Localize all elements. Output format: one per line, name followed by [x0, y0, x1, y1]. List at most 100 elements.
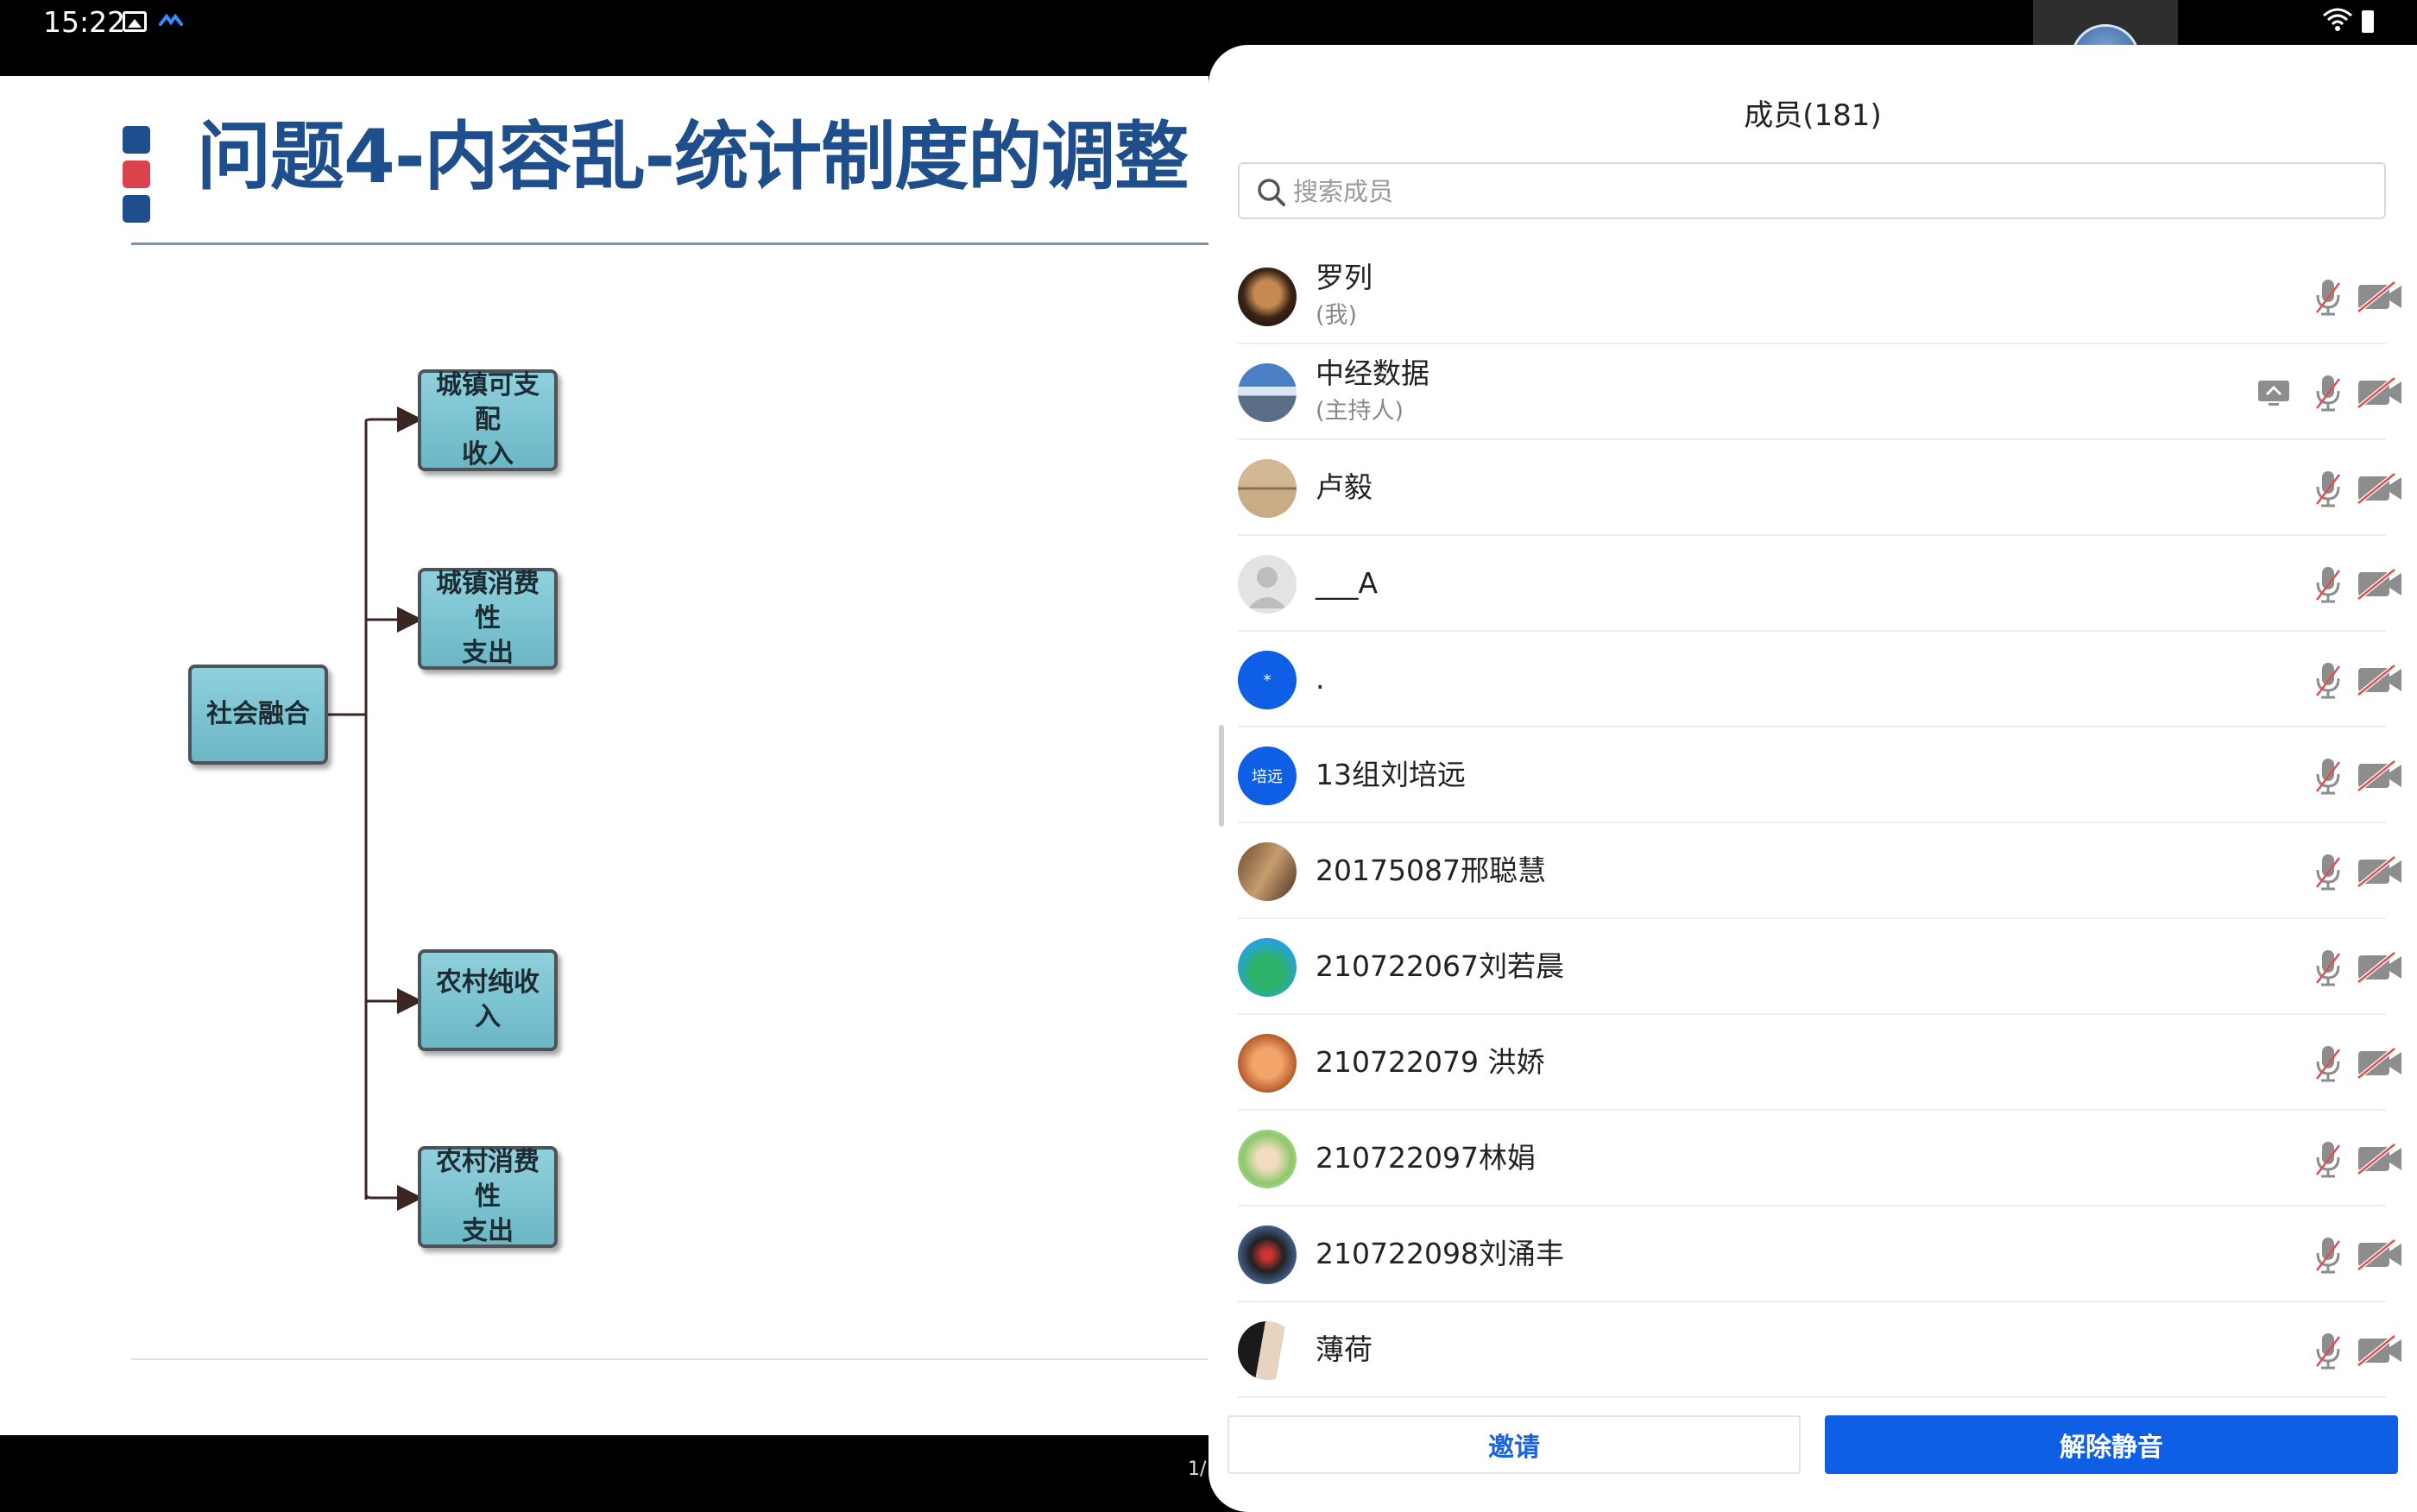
mic-muted-icon[interactable] — [2313, 853, 2343, 891]
member-name: 210722098刘涌丰 — [1316, 1237, 1564, 1270]
flow-node-label: 支出 — [462, 638, 514, 668]
unmute-all-button[interactable]: 解除静音 — [1825, 1415, 2398, 1474]
screen-share-icon — [2258, 381, 2289, 406]
app-notification-icon — [159, 14, 183, 26]
camera-off-icon[interactable] — [2357, 1239, 2403, 1270]
speaker-avatar — [2071, 24, 2140, 45]
panel-title: 成员(181) — [1744, 98, 1882, 133]
member-row[interactable]: 薄荷 — [1238, 1302, 2401, 1398]
member-name: 薄荷 — [1316, 1332, 1373, 1366]
member-name: 210722097林娟 — [1316, 1141, 1536, 1175]
flow-child-node-4: 农村消费性 支出 — [418, 1146, 558, 1248]
member-name: 罗列 — [1316, 261, 1373, 294]
member-row[interactable]: 210722079 洪娇 — [1238, 1015, 2401, 1111]
camera-off-icon[interactable] — [2357, 952, 2403, 983]
flow-node-label: 城镇消费性 — [436, 569, 540, 633]
mic-muted-icon[interactable] — [2313, 565, 2343, 603]
member-name: 卢毅 — [1316, 470, 1373, 504]
mic-muted-icon[interactable] — [2313, 757, 2343, 795]
flow-child-node-2: 城镇消费性 支出 — [418, 568, 558, 670]
member-row[interactable]: 210722098刘涌丰 — [1238, 1206, 2401, 1302]
flow-node-label: 城镇可支配 — [436, 370, 540, 435]
wifi-icon — [2323, 8, 2352, 31]
member-role: (我) — [1316, 302, 1358, 329]
mic-muted-icon[interactable] — [2313, 1332, 2343, 1370]
member-name: . — [1316, 662, 1325, 696]
camera-off-icon[interactable] — [2357, 665, 2403, 696]
members-panel: 成员(181) 罗列 (我) 中经数据 (主持人) 卢毅 ___A *. 培远 13组刘培远 20… — [1208, 45, 2417, 1512]
member-avatar — [1238, 842, 1297, 901]
camera-off-icon[interactable] — [2357, 760, 2403, 791]
member-avatar — [1238, 363, 1297, 422]
avatar-initials: 培远 — [1252, 768, 1283, 786]
member-avatar — [1238, 1225, 1297, 1284]
member-name: 210722067刘若晨 — [1316, 949, 1564, 983]
mic-muted-icon[interactable] — [2313, 1044, 2343, 1082]
camera-off-icon[interactable] — [2357, 1048, 2403, 1079]
member-list[interactable]: 罗列 (我) 中经数据 (主持人) 卢毅 ___A *. 培远 13组刘培远 20175087邢聪… — [1238, 249, 2401, 1398]
search-icon — [1258, 179, 1285, 206]
member-row[interactable]: 卢毅 — [1238, 440, 2401, 536]
flow-root-label: 社会融合 — [206, 699, 310, 729]
member-avatar — [1238, 1034, 1297, 1093]
member-name: 210722079 洪娇 — [1316, 1045, 1545, 1079]
avatar-initials: * — [1263, 671, 1272, 690]
member-avatar — [1238, 459, 1297, 518]
member-row[interactable]: 罗列 (我) — [1238, 249, 2401, 344]
mic-muted-icon[interactable] — [2313, 278, 2343, 316]
slide-bottom-bar — [0, 1435, 1226, 1512]
mic-muted-icon[interactable] — [2313, 469, 2343, 507]
mic-muted-icon[interactable] — [2313, 1140, 2343, 1178]
search-box[interactable] — [1238, 162, 2386, 219]
member-avatar — [1238, 938, 1297, 997]
slide-footer-line — [131, 1358, 1208, 1360]
member-role: (主持人) — [1316, 398, 1404, 425]
member-avatar: * — [1238, 651, 1297, 709]
camera-off-icon[interactable] — [2357, 856, 2403, 887]
flow-root-node: 社会融合 — [188, 665, 328, 765]
member-row[interactable]: 培远 13组刘培远 — [1238, 728, 2401, 823]
member-row[interactable]: 中经数据 (主持人) — [1238, 344, 2401, 440]
flow-node-label: 收入 — [462, 439, 514, 469]
mic-muted-icon[interactable] — [2313, 374, 2343, 412]
search-input[interactable] — [1293, 173, 2329, 211]
camera-off-icon[interactable] — [2357, 473, 2403, 504]
member-row[interactable]: *. — [1238, 632, 2401, 728]
member-name: ___A — [1316, 566, 1379, 600]
member-avatar — [1238, 1321, 1297, 1380]
gallery-notification-icon — [123, 11, 147, 32]
flow-child-node-1: 城镇可支配 收入 — [418, 369, 558, 471]
member-name: 20175087邢聪慧 — [1316, 854, 1546, 887]
member-row[interactable]: 20175087邢聪慧 — [1238, 823, 2401, 919]
camera-off-icon[interactable] — [2357, 1335, 2403, 1366]
flow-node-label: 支出 — [462, 1216, 514, 1246]
member-avatar — [1238, 555, 1297, 614]
camera-off-icon[interactable] — [2357, 1143, 2403, 1175]
invite-button[interactable]: 邀请 — [1227, 1415, 1801, 1474]
shared-slide[interactable]: 问题4-内容乱-统计制度的调整 社会融合 城镇可支配 收入 城镇消费性 支出 农村纯… — [0, 76, 1208, 1435]
member-row[interactable]: ___A — [1238, 536, 2401, 632]
camera-off-icon[interactable] — [2357, 281, 2403, 312]
mic-muted-icon[interactable] — [2313, 661, 2343, 699]
member-row[interactable]: 210722067刘若晨 — [1238, 919, 2401, 1015]
speaker-video-thumbnail[interactable] — [2033, 0, 2178, 45]
flow-node-label: 农村纯收入 — [436, 967, 540, 1032]
default-person-icon — [1248, 567, 1286, 608]
member-row[interactable]: 210722097林娟 — [1238, 1111, 2401, 1206]
camera-off-icon[interactable] — [2357, 569, 2403, 600]
member-name: 中经数据 — [1316, 356, 1429, 390]
flow-connectors — [328, 406, 423, 1211]
flow-node-label: 农村消费性 — [436, 1147, 540, 1212]
member-list-scrollbar[interactable] — [1219, 725, 1224, 827]
page-indicator: 1/ — [1188, 1458, 1207, 1480]
mic-muted-icon[interactable] — [2313, 1236, 2343, 1274]
member-avatar — [1238, 268, 1297, 326]
status-time: 15:22 — [43, 5, 126, 39]
member-avatar: 培远 — [1238, 747, 1297, 805]
camera-off-icon[interactable] — [2357, 377, 2403, 408]
battery-icon — [2362, 10, 2374, 33]
flow-child-node-3: 农村纯收入 — [418, 949, 558, 1051]
mic-muted-icon[interactable] — [2313, 948, 2343, 986]
member-name: 13组刘培远 — [1316, 758, 1466, 791]
member-avatar — [1238, 1130, 1297, 1188]
